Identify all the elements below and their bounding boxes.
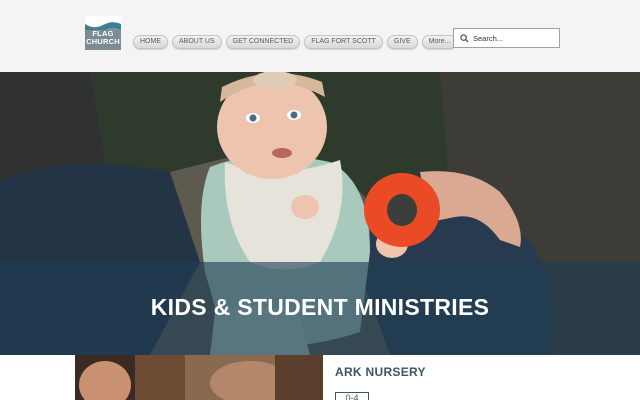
logo-text-line2: CHURCH [86,37,120,46]
nav-flag-fort-scott[interactable]: FLAG FORT SCOTT [304,35,383,49]
ministry-section: ARK NURSERY 0-4 [0,355,640,400]
main-nav: HOME ABOUT US GET CONNECTED FLAG FORT SC… [133,35,458,49]
flag-church-logo[interactable]: FLAG CHURCH [85,16,121,50]
search-icon[interactable] [460,34,469,43]
nursery-photo [75,355,323,400]
hero-banner: KIDS & STUDENT MINISTRIES [0,72,640,355]
search-input[interactable] [473,32,557,45]
nav-home[interactable]: HOME [133,35,168,49]
nursery-image [75,355,323,400]
hero-title: KIDS & STUDENT MINISTRIES [150,294,490,320]
site-header: FLAG CHURCH HOME ABOUT US GET CONNECTED … [0,0,640,72]
nav-about-us[interactable]: ABOUT US [172,35,222,49]
nav-get-connected[interactable]: GET CONNECTED [225,35,301,49]
section-title: ARK NURSERY [335,365,426,379]
age-badge: 0-4 [335,392,369,400]
nav-give[interactable]: GIVE [386,35,418,49]
logo-text: FLAG CHURCH [85,30,121,46]
search-box[interactable] [453,28,560,48]
